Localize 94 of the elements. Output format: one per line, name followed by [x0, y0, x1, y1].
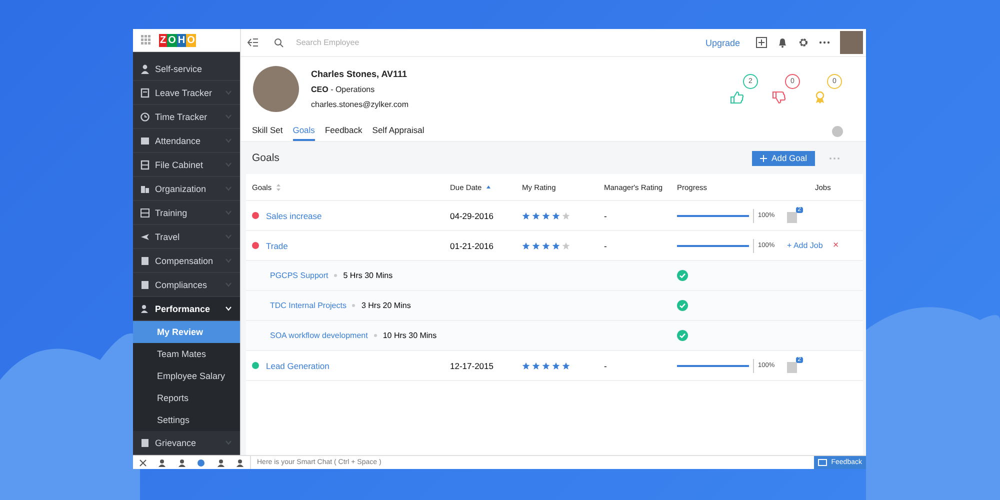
star-icon: [522, 362, 530, 370]
chat-bubble-icon[interactable]: [197, 458, 206, 466]
manager-rating: -: [604, 360, 608, 370]
more-icon[interactable]: [819, 41, 830, 44]
employee-role: CEO - Operations: [311, 85, 376, 94]
document-icon: [140, 438, 150, 448]
chevron-icon: [225, 234, 232, 239]
due-date: 04-29-2016: [450, 210, 494, 220]
clock-icon: [140, 112, 150, 122]
star-icon: [532, 212, 540, 220]
sidebar-subitem[interactable]: Team Mates: [133, 343, 240, 365]
sidebar-item[interactable]: Grievance: [133, 431, 240, 455]
manager-rating: -: [604, 240, 608, 250]
thumbs-down-icon: [772, 91, 786, 104]
due-date: 01-21-2016: [450, 240, 494, 250]
star-icon: [532, 242, 540, 250]
document-icon: [140, 88, 150, 98]
star-icon: [542, 362, 550, 370]
sidebar-subitem[interactable]: Employee Salary: [133, 365, 240, 387]
message-icon: [818, 459, 828, 466]
job-link[interactable]: PGCPS Support: [270, 271, 328, 280]
star-icon: [562, 212, 570, 220]
chevron-icon: [225, 114, 232, 119]
document-icon: [140, 256, 150, 266]
person-icon: [140, 64, 150, 74]
job-link[interactable]: SOA workflow development: [270, 331, 368, 340]
plus-icon: [760, 154, 767, 162]
employee-email: charles.stones@zylker.com: [311, 100, 410, 109]
tab[interactable]: Feedback: [324, 121, 362, 141]
goal-link[interactable]: Lead Generation: [266, 360, 330, 370]
chevron-icon: [225, 210, 232, 215]
sidebar-item[interactable]: Self-service: [133, 57, 240, 81]
star-icon: [532, 362, 540, 370]
sidebar-item[interactable]: File Cabinet: [133, 153, 240, 177]
goal-link[interactable]: Sales increase: [266, 210, 322, 220]
collapse-menu-icon[interactable]: [247, 38, 258, 47]
cabinet-icon: [140, 160, 150, 170]
settings-icon[interactable]: [798, 37, 809, 48]
sidebar-item[interactable]: Compensation: [133, 249, 240, 273]
chevron-icon: [225, 186, 232, 191]
star-icon: [522, 212, 530, 220]
job-duration: 10 Hrs 30 Mins: [382, 331, 437, 340]
chevron-icon: [225, 138, 232, 143]
sidebar-item[interactable]: Organization: [133, 177, 240, 201]
sidebar-subitem[interactable]: Settings: [133, 409, 240, 431]
sidebar-item[interactable]: Attendance: [133, 129, 240, 153]
star-icon: [562, 362, 570, 370]
add-icon[interactable]: [756, 37, 767, 48]
job-link[interactable]: TDC Internal Projects: [270, 301, 346, 310]
add-goal-button[interactable]: Add Goal: [752, 150, 815, 166]
job-duration: 5 Hrs 30 Mins: [343, 271, 393, 280]
sort-ascending-icon[interactable]: [486, 185, 491, 189]
sidebar-item[interactable]: Time Tracker: [133, 105, 240, 129]
close-icon[interactable]: [138, 458, 147, 466]
search-icon: [274, 38, 284, 48]
ribbon-icon: [814, 91, 826, 104]
star-icon: [542, 212, 550, 220]
star-icon: [552, 242, 560, 250]
remove-button[interactable]: ×: [832, 240, 839, 251]
manager-rating: -: [604, 210, 608, 220]
panel-title: Goals: [252, 152, 280, 164]
chevron-icon: [225, 162, 232, 167]
chevron-icon: [225, 282, 232, 287]
chevron-icon: [225, 306, 232, 311]
goal-link[interactable]: Trade: [266, 240, 288, 250]
thumbs-up-icon: [730, 91, 744, 104]
due-date: 12-17-2015: [450, 360, 494, 370]
upgrade-link[interactable]: Upgrade: [705, 38, 740, 48]
sidebar-item[interactable]: Performance: [133, 297, 240, 321]
star-icon: [522, 242, 530, 250]
star-icon: [562, 242, 570, 250]
avatar: [253, 66, 299, 112]
tab[interactable]: Self Appraisal: [372, 121, 424, 141]
employee-name: Charles Stones, AV111: [311, 69, 408, 79]
building-icon: [140, 184, 150, 194]
job-duration: 3 Hrs 20 Mins: [361, 301, 411, 310]
chevron-icon: [225, 258, 232, 263]
sidebar-item[interactable]: Leave Tracker: [133, 81, 240, 105]
document-icon: [140, 280, 150, 290]
chevron-icon: [225, 440, 232, 445]
board-icon: [140, 208, 150, 218]
tab[interactable]: Skill Set: [252, 121, 283, 141]
sidebar-item[interactable]: Travel: [133, 225, 240, 249]
logo: ZOHO: [159, 34, 196, 46]
plane-icon: [140, 232, 150, 242]
person-icon[interactable]: [236, 458, 244, 466]
chevron-icon: [225, 90, 232, 95]
person-icon: [140, 304, 150, 314]
sidebar-subitem[interactable]: Reports: [133, 387, 240, 409]
star-icon: [542, 242, 550, 250]
add-job-link[interactable]: + Add Job: [787, 241, 823, 250]
star-icon: [552, 362, 560, 370]
star-icon: [552, 212, 560, 220]
sidebar-item[interactable]: Training: [133, 201, 240, 225]
